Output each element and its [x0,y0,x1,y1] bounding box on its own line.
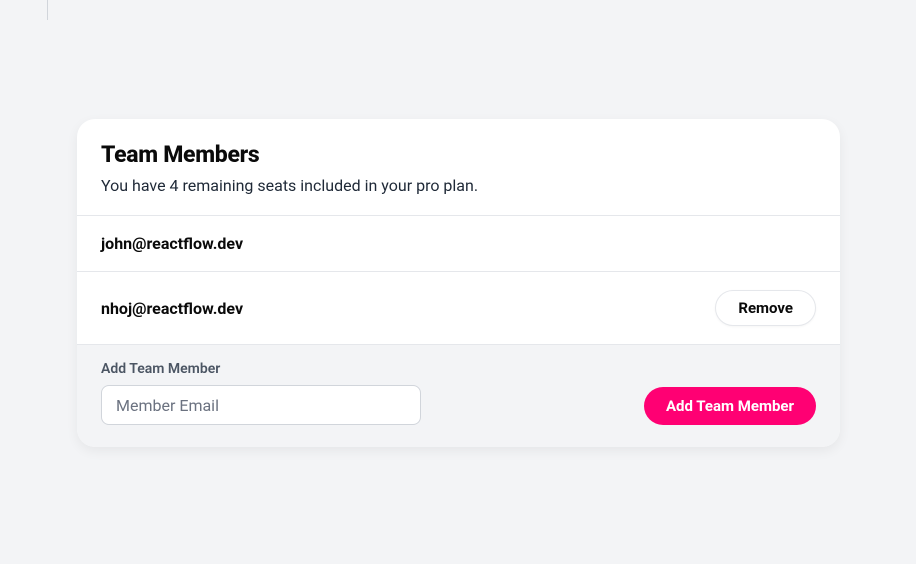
add-member-label: Add Team Member [101,361,421,377]
member-email: nhoj@reactflow.dev [101,299,243,318]
team-members-card: Team Members You have 4 remaining seats … [77,119,840,447]
seats-remaining-text: You have 4 remaining seats included in y… [101,176,816,195]
member-row: nhoj@reactflow.dev Remove [77,272,840,345]
add-member-section: Add Team Member Add Team Member [77,345,840,447]
add-member-button[interactable]: Add Team Member [644,387,816,425]
page-title: Team Members [101,141,816,168]
member-row: john@reactflow.dev [77,216,840,272]
card-header: Team Members You have 4 remaining seats … [77,119,840,216]
email-field[interactable] [101,385,421,425]
remove-button[interactable]: Remove [715,290,816,326]
member-email: john@reactflow.dev [101,234,243,253]
